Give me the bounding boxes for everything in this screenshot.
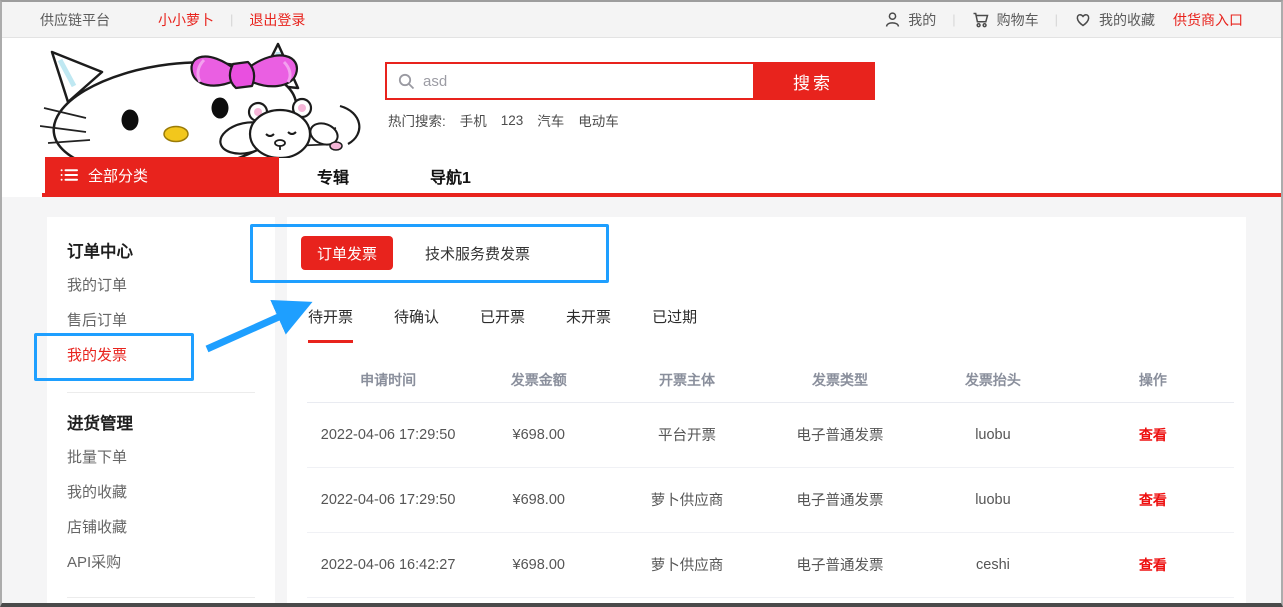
sidebar-item-bulk-order[interactable]: 批量下单 [67, 439, 255, 474]
view-link[interactable]: 查看 [1072, 402, 1234, 467]
hot-keyword[interactable]: 电动车 [578, 110, 619, 130]
tab-issued[interactable]: 已开票 [480, 306, 525, 343]
col-action: 操作 [1072, 358, 1234, 402]
sidebar-item-shop-favorites[interactable]: 店铺收藏 [67, 509, 255, 544]
tab-tech-service-invoice[interactable]: 技术服务费发票 [409, 236, 546, 270]
sidebar-item-aftersale-orders[interactable]: 售后订单 [67, 302, 255, 337]
user-icon [884, 11, 901, 28]
tab-order-invoice[interactable]: 订单发票 [301, 236, 393, 270]
cell-title: luobu [914, 402, 1072, 467]
table-row: 2022-04-06 16:42:27 ¥698.00 萝卜供应商 电子普通发票… [307, 532, 1234, 597]
hot-keyword[interactable]: 汽车 [537, 110, 564, 130]
col-issuer: 开票主体 [608, 358, 766, 402]
search-bar: 搜索 [385, 62, 875, 100]
hot-keyword[interactable]: 手机 [460, 110, 487, 130]
cell-amount: ¥698.00 [469, 467, 608, 532]
view-link[interactable]: 查看 [1072, 467, 1234, 532]
cell-title: luobu [914, 467, 1072, 532]
hot-search-label: 热门搜索: [388, 110, 446, 130]
heart-icon [1074, 11, 1092, 28]
topbar-divider: | [1055, 12, 1058, 27]
logo-image[interactable] [40, 42, 372, 158]
top-bar: 供应链平台 小小萝卜 | 退出登录 我的 | [2, 2, 1281, 38]
tab-to-confirm[interactable]: 待确认 [394, 306, 439, 343]
tab-expired[interactable]: 已过期 [652, 306, 697, 343]
cell-type: 电子普通发票 [766, 402, 914, 467]
col-apply-time: 申请时间 [307, 358, 469, 402]
search-icon [398, 73, 415, 90]
sidebar-divider [67, 392, 255, 393]
cell-amount: ¥698.00 [469, 532, 608, 597]
username-link[interactable]: 小小萝卜 [158, 10, 214, 30]
cell-amount: ¥698.00 [469, 402, 608, 467]
sidebar-section-purchase-mgmt: 进货管理 [67, 405, 255, 439]
cell-issuer: 萝卜供应商 [608, 467, 766, 532]
col-amount: 发票金额 [469, 358, 608, 402]
cell-type: 电子普通发票 [766, 532, 914, 597]
brand-title: 供应链平台 [40, 10, 110, 30]
invoice-panel: 订单发票 技术服务费发票 待开票 待确认 已开票 未开票 已过期 申请时间 发票… [287, 217, 1246, 607]
sidebar-section-order-center: 订单中心 [67, 233, 255, 267]
favorites-link[interactable]: 我的收藏 [1074, 10, 1155, 30]
cell-issuer: 萝卜供应商 [608, 532, 766, 597]
nav-item-nav1[interactable]: 导航1 [430, 164, 471, 188]
invoice-status-tabs: 待开票 待确认 已开票 未开票 已过期 [308, 306, 738, 343]
cell-issuer: 平台开票 [608, 402, 766, 467]
nav-item-album[interactable]: 专辑 [317, 164, 349, 188]
col-title: 发票抬头 [914, 358, 1072, 402]
sidebar-item-api-purchase[interactable]: API采购 [67, 544, 255, 579]
tab-pending-invoice[interactable]: 待开票 [308, 306, 353, 343]
search-input[interactable] [423, 73, 753, 90]
sidebar-item-my-orders[interactable]: 我的订单 [67, 267, 255, 302]
search-button[interactable]: 搜索 [753, 64, 873, 98]
cell-apply-time: 2022-04-06 16:42:27 [307, 532, 469, 597]
cart-icon [972, 11, 990, 28]
sidebar-item-my-invoices[interactable]: 我的发票 [67, 337, 255, 372]
logout-link[interactable]: 退出登录 [249, 10, 305, 30]
cell-apply-time: 2022-04-06 17:29:50 [307, 402, 469, 467]
table-row: 2022-04-06 17:29:50 ¥698.00 萝卜供应商 电子普通发票… [307, 467, 1234, 532]
hot-keyword[interactable]: 123 [501, 113, 524, 128]
table-header-row: 申请时间 发票金额 开票主体 发票类型 发票抬头 操作 [307, 358, 1234, 402]
invoice-type-tabs: 订单发票 技术服务费发票 [301, 236, 546, 270]
my-account-link[interactable]: 我的 [884, 10, 936, 30]
cart-link[interactable]: 购物车 [972, 10, 1039, 30]
app-window: 供应链平台 小小萝卜 | 退出登录 我的 | [0, 0, 1283, 607]
sidebar: 订单中心 我的订单 售后订单 我的发票 进货管理 批量下单 我的收藏 店铺收藏 … [47, 217, 275, 607]
topbar-divider: | [952, 12, 955, 27]
sidebar-divider [67, 597, 255, 598]
all-categories-button[interactable]: 全部分类 [45, 157, 279, 193]
col-type: 发票类型 [766, 358, 914, 402]
tab-not-issued[interactable]: 未开票 [566, 306, 611, 343]
category-list-icon [60, 168, 78, 182]
supplier-entry-link[interactable]: 供货商入口 [1173, 10, 1243, 30]
view-link[interactable]: 查看 [1072, 532, 1234, 597]
topbar-divider: | [230, 12, 233, 27]
table-row: 2022-04-06 17:29:50 ¥698.00 平台开票 电子普通发票 … [307, 402, 1234, 467]
cell-title: ceshi [914, 532, 1072, 597]
invoice-table: 申请时间 发票金额 开票主体 发票类型 发票抬头 操作 2022-04-06 1… [307, 358, 1234, 598]
cell-type: 电子普通发票 [766, 467, 914, 532]
sidebar-item-my-favorites[interactable]: 我的收藏 [67, 474, 255, 509]
hot-search: 热门搜索: 手机 123 汽车 电动车 [388, 110, 619, 130]
cell-apply-time: 2022-04-06 17:29:50 [307, 467, 469, 532]
